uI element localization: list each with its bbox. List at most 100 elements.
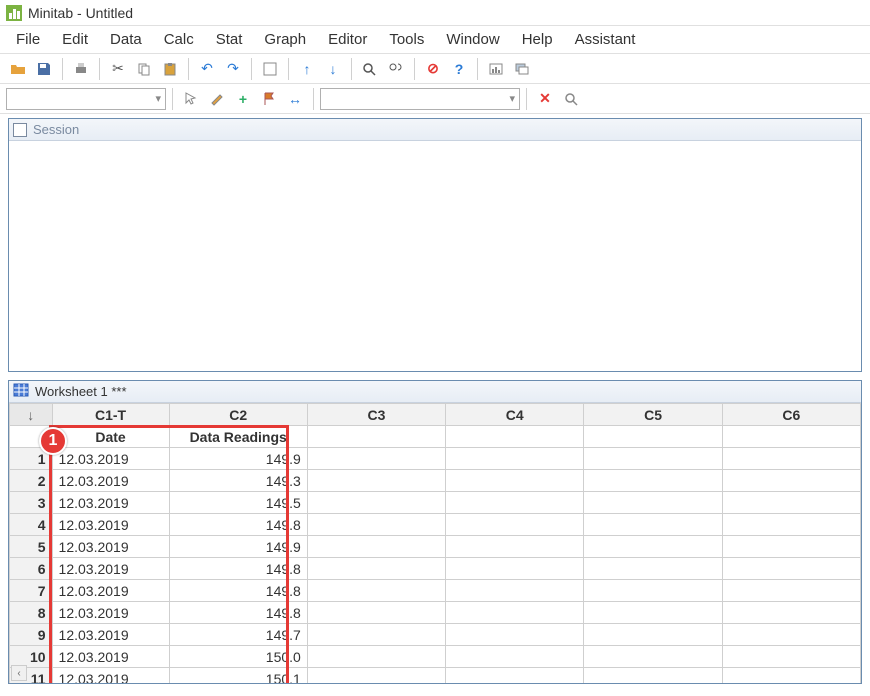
flag-icon[interactable] <box>257 87 281 111</box>
table-row[interactable]: 712.03.2019149.8 <box>10 580 861 602</box>
col-header-c2[interactable]: C2 <box>169 404 307 426</box>
cell-empty[interactable] <box>722 580 860 602</box>
down-icon[interactable]: ↓ <box>321 57 345 81</box>
table-row[interactable]: 1112.03.2019150.1 <box>10 668 861 684</box>
cell-empty[interactable] <box>446 492 584 514</box>
menu-edit[interactable]: Edit <box>52 27 98 52</box>
help-icon[interactable]: ? <box>447 57 471 81</box>
redo-icon[interactable]: ↷ <box>221 57 245 81</box>
close-icon[interactable]: ✕ <box>533 87 557 111</box>
table-row[interactable]: 112.03.2019149.9 <box>10 448 861 470</box>
zoom-icon[interactable] <box>559 87 583 111</box>
cell-empty[interactable] <box>584 646 722 668</box>
cell-empty[interactable] <box>722 514 860 536</box>
cell-empty[interactable] <box>584 536 722 558</box>
cell-date[interactable]: 12.03.2019 <box>52 536 169 558</box>
menu-file[interactable]: File <box>6 27 50 52</box>
cell-empty[interactable] <box>584 448 722 470</box>
move-icon[interactable]: ↔ <box>283 87 307 111</box>
cell-empty[interactable] <box>307 514 445 536</box>
insert-icon[interactable] <box>258 57 282 81</box>
table-row[interactable]: 1012.03.2019150.0 <box>10 646 861 668</box>
cell-empty[interactable] <box>307 602 445 624</box>
table-row[interactable]: 912.03.2019149.7 <box>10 624 861 646</box>
find-icon[interactable] <box>358 57 382 81</box>
cell-date[interactable]: 12.03.2019 <box>52 448 169 470</box>
row-header[interactable]: 6 <box>10 558 53 580</box>
col-label-4[interactable] <box>446 426 584 448</box>
cell-empty[interactable] <box>722 624 860 646</box>
save-icon[interactable] <box>32 57 56 81</box>
cell-empty[interactable] <box>307 558 445 580</box>
up-icon[interactable]: ↑ <box>295 57 319 81</box>
menu-calc[interactable]: Calc <box>154 27 204 52</box>
worksheet-table[interactable]: ↓ C1-T C2 C3 C4 C5 C6 Date Data Readings <box>9 403 861 683</box>
paste-icon[interactable] <box>158 57 182 81</box>
col-header-c4[interactable]: C4 <box>446 404 584 426</box>
cell-empty[interactable] <box>722 492 860 514</box>
cell-empty[interactable] <box>584 558 722 580</box>
col-header-c6[interactable]: C6 <box>722 404 860 426</box>
cell-reading[interactable]: 149.8 <box>169 514 307 536</box>
cell-date[interactable]: 12.03.2019 <box>52 602 169 624</box>
cell-empty[interactable] <box>307 668 445 684</box>
cell-empty[interactable] <box>722 558 860 580</box>
cell-empty[interactable] <box>584 470 722 492</box>
cell-date[interactable]: 12.03.2019 <box>52 580 169 602</box>
pointer-icon[interactable] <box>179 87 203 111</box>
row-header[interactable]: 7 <box>10 580 53 602</box>
cell-date[interactable]: 12.03.2019 <box>52 624 169 646</box>
session-panel-header[interactable]: Session <box>9 119 861 141</box>
cell-empty[interactable] <box>307 624 445 646</box>
cell-empty[interactable] <box>584 492 722 514</box>
cell-empty[interactable] <box>446 624 584 646</box>
cell-reading[interactable]: 149.8 <box>169 558 307 580</box>
row-header[interactable]: 9 <box>10 624 53 646</box>
menu-graph[interactable]: Graph <box>254 27 316 52</box>
cell-empty[interactable] <box>446 602 584 624</box>
worksheet-body[interactable]: ↓ C1-T C2 C3 C4 C5 C6 Date Data Readings <box>9 403 861 683</box>
table-row[interactable]: 412.03.2019149.8 <box>10 514 861 536</box>
table-row[interactable]: 512.03.2019149.9 <box>10 536 861 558</box>
cell-date[interactable]: 12.03.2019 <box>52 668 169 684</box>
dropdown-field-1[interactable]: ▾ <box>6 88 166 110</box>
table-row[interactable]: 312.03.2019149.5 <box>10 492 861 514</box>
cell-date[interactable]: 12.03.2019 <box>52 514 169 536</box>
cell-empty[interactable] <box>446 536 584 558</box>
cell-empty[interactable] <box>307 536 445 558</box>
cell-empty[interactable] <box>722 646 860 668</box>
cell-empty[interactable] <box>446 514 584 536</box>
cell-empty[interactable] <box>722 448 860 470</box>
cell-empty[interactable] <box>722 668 860 684</box>
stack-icon[interactable] <box>510 57 534 81</box>
corner-cell[interactable]: ↓ <box>10 404 53 426</box>
col-header-c1[interactable]: C1-T <box>52 404 169 426</box>
col-label-3[interactable] <box>307 426 445 448</box>
cell-empty[interactable] <box>722 536 860 558</box>
cell-empty[interactable] <box>584 514 722 536</box>
scroll-left-button[interactable]: ‹ <box>11 665 27 681</box>
menu-data[interactable]: Data <box>100 27 152 52</box>
menu-help[interactable]: Help <box>512 27 563 52</box>
row-header[interactable]: 5 <box>10 536 53 558</box>
find-next-icon[interactable] <box>384 57 408 81</box>
col-header-c3[interactable]: C3 <box>307 404 445 426</box>
crosshair-icon[interactable]: + <box>231 87 255 111</box>
col-label-5[interactable] <box>584 426 722 448</box>
undo-icon[interactable]: ↶ <box>195 57 219 81</box>
cell-date[interactable]: 12.03.2019 <box>52 646 169 668</box>
cell-empty[interactable] <box>584 580 722 602</box>
col-header-c5[interactable]: C5 <box>584 404 722 426</box>
cell-empty[interactable] <box>722 470 860 492</box>
print-icon[interactable] <box>69 57 93 81</box>
col-label-date[interactable]: Date <box>52 426 169 448</box>
cell-empty[interactable] <box>584 668 722 684</box>
session-body[interactable] <box>9 141 861 371</box>
col-label-readings[interactable]: Data Readings <box>169 426 307 448</box>
table-row[interactable]: 612.03.2019149.8 <box>10 558 861 580</box>
cell-empty[interactable] <box>446 558 584 580</box>
menu-window[interactable]: Window <box>436 27 509 52</box>
cell-reading[interactable]: 149.7 <box>169 624 307 646</box>
cell-reading[interactable]: 149.9 <box>169 536 307 558</box>
worksheet-panel-header[interactable]: Worksheet 1 *** <box>9 381 861 403</box>
